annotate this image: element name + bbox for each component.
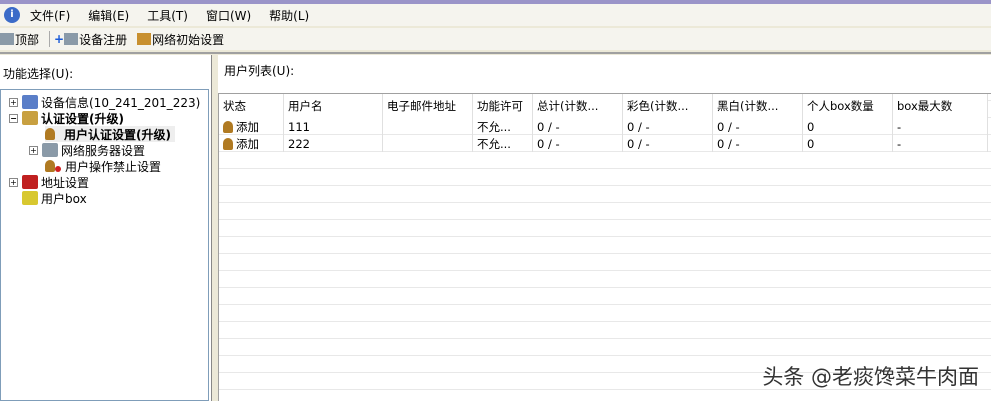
cell-total: 0 / -	[533, 135, 623, 152]
network-icon	[137, 33, 152, 45]
server-icon	[42, 143, 58, 157]
function-label: 功能选择(U):	[0, 55, 211, 91]
col-bw[interactable]: 黑白(计数...	[713, 94, 803, 118]
col-permission[interactable]: 功能许可	[473, 94, 533, 118]
col-total[interactable]: 总计(计数...	[533, 94, 623, 118]
tree-label: 地址设置	[41, 175, 90, 190]
user-icon	[45, 128, 55, 140]
cell-box-count: 0	[803, 135, 893, 152]
tree-auth-settings[interactable]: − 认证设置(升级)	[9, 110, 124, 126]
toolbar-separator	[49, 31, 51, 47]
cell-permission: 不允...	[473, 118, 533, 135]
app-info-icon[interactable]: i	[4, 7, 20, 23]
network-setup-button[interactable]: 网络初始设置	[133, 31, 224, 48]
cell-bw: 0 / -	[713, 118, 803, 135]
register-label: 设备注册	[79, 32, 128, 47]
tree-user-restrict[interactable]: 用户操作禁止设置	[45, 158, 161, 174]
menu-window[interactable]: 窗口(W)	[206, 7, 251, 24]
tree-label: 用户box	[41, 191, 87, 206]
device-icon	[0, 33, 14, 45]
cell-email	[383, 135, 473, 152]
cell-permission: 不允...	[473, 135, 533, 152]
col-box-max[interactable]: box最大数	[893, 94, 988, 118]
watermark: 头条 @老痰馋菜牛肉面	[762, 365, 979, 389]
box-icon	[22, 191, 38, 205]
divider	[0, 52, 991, 54]
table-header: 状态 用户名 电子邮件地址 功能许可 总计(计数... 彩色(计数... 黑白(…	[219, 94, 988, 118]
top-button[interactable]: 顶部	[0, 31, 39, 48]
tree-label: 网络服务器设置	[61, 143, 146, 158]
function-pane: 功能选择(U): + 设备信息(10_241_201_223) − 认证设置(升级)…	[0, 55, 212, 401]
tree-network-server[interactable]: + 网络服务器设置	[29, 142, 145, 158]
user-list-pane: 用户列表(U): 状态 用户名 电子邮件地址 功能许可 总计(计数... 彩色(…	[218, 55, 991, 401]
collapse-icon[interactable]: −	[9, 113, 18, 123]
tree-label: 设备信息(10_241_201_223)	[41, 95, 201, 110]
menu-edit[interactable]: 编辑(E)	[88, 7, 129, 24]
col-box-count[interactable]: 个人box数量	[803, 94, 893, 118]
col-status[interactable]: 状态	[219, 94, 284, 118]
settings-icon	[22, 111, 38, 125]
tree-label: 用户操作禁止设置	[65, 159, 162, 174]
toolbar: 顶部 + 设备注册 网络初始设置	[0, 28, 991, 50]
col-username[interactable]: 用户名	[284, 94, 383, 118]
user-block-icon	[45, 160, 55, 172]
info-icon	[22, 95, 38, 109]
top-label: 顶部	[15, 32, 40, 47]
col-color[interactable]: 彩色(计数...	[623, 94, 713, 118]
device-icon	[64, 33, 79, 45]
network-setup-label: 网络初始设置	[152, 32, 225, 47]
cell-username: 111	[284, 118, 383, 135]
cell-color: 0 / -	[623, 135, 713, 152]
block-icon	[55, 166, 61, 172]
cell-email	[383, 118, 473, 135]
expand-icon[interactable]: +	[9, 97, 18, 107]
menu-file[interactable]: 文件(F)	[30, 7, 70, 24]
expand-icon[interactable]: +	[29, 145, 38, 155]
tree-device-info[interactable]: + 设备信息(10_241_201_223)	[9, 94, 200, 110]
tree-user-box[interactable]: 用户box	[22, 190, 87, 206]
user-table: 状态 用户名 电子邮件地址 功能许可 总计(计数... 彩色(计数... 黑白(…	[218, 93, 991, 401]
table-row[interactable]: 添加 111 不允... 0 / - 0 / - 0 / - 0 -	[219, 118, 988, 135]
tree-label: 认证设置(升级)	[41, 111, 124, 126]
function-tree[interactable]: + 设备信息(10_241_201_223) − 认证设置(升级) 用户认证设置(升…	[0, 89, 209, 401]
tree-user-auth[interactable]: 用户认证设置(升级)	[45, 126, 175, 142]
menu-tools[interactable]: 工具(T)	[147, 7, 188, 24]
register-device-button[interactable]: + 设备注册	[54, 31, 127, 48]
add-icon: +	[54, 32, 65, 46]
col-email[interactable]: 电子邮件地址	[383, 94, 473, 118]
cell-bw: 0 / -	[713, 135, 803, 152]
cell-color: 0 / -	[623, 118, 713, 135]
user-icon	[223, 120, 233, 133]
cell-status: 添加	[219, 118, 284, 135]
user-icon	[223, 137, 233, 150]
menu-bar: i 文件(F) 编辑(E) 工具(T) 窗口(W) 帮助(L)	[0, 4, 991, 26]
status-text: 添加	[236, 136, 259, 151]
cell-status: 添加	[219, 135, 284, 152]
cell-box-max: -	[893, 118, 988, 135]
expand-icon[interactable]: +	[9, 177, 18, 187]
cell-box-count: 0	[803, 118, 893, 135]
cell-username: 222	[284, 135, 383, 152]
cell-box-max: -	[893, 135, 988, 152]
menu-help[interactable]: 帮助(L)	[269, 7, 309, 24]
table-row[interactable]: 添加 222 不允... 0 / - 0 / - 0 / - 0 -	[219, 135, 988, 152]
user-list-label: 用户列表(U):	[218, 55, 991, 85]
cell-total: 0 / -	[533, 118, 623, 135]
status-text: 添加	[236, 119, 259, 134]
tree-label: 用户认证设置(升级)	[64, 127, 171, 142]
mailbox-icon	[22, 175, 38, 189]
tree-address[interactable]: + 地址设置	[9, 174, 89, 190]
